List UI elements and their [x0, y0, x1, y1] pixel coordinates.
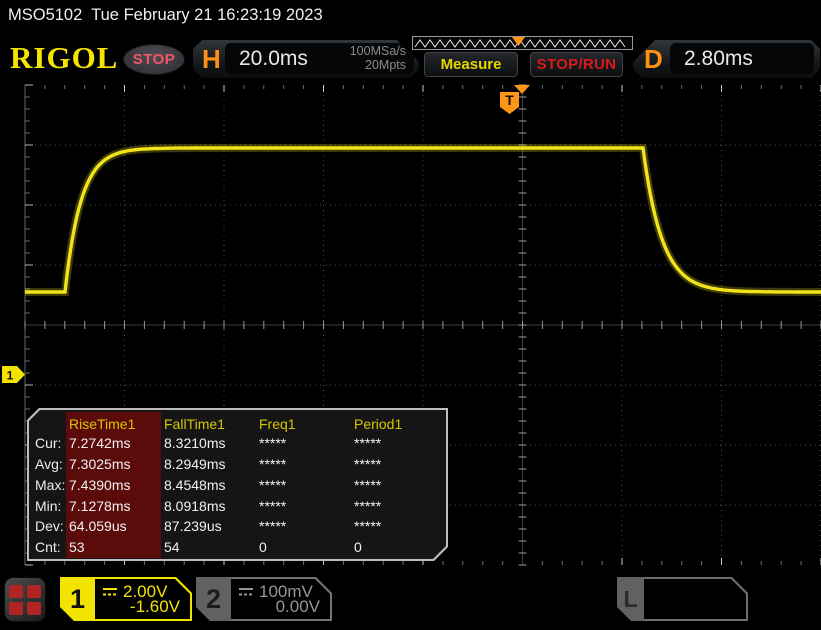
dc-coupling-icon	[238, 586, 255, 598]
ch1-marker-label: 1	[7, 369, 14, 383]
channel2-number-tab: 2	[196, 577, 231, 621]
trigger-flag[interactable]: T	[500, 92, 519, 114]
logic-label-tab: L	[617, 577, 644, 621]
channel1-status-box[interactable]: 1 2.00V -1.60V	[60, 577, 192, 621]
channel1-offset: -1.60V	[129, 597, 180, 616]
trigger-flag-letter: T	[505, 92, 514, 108]
ch1-ground-marker[interactable]: 1	[2, 366, 25, 383]
channel-menu-icon[interactable]	[4, 577, 46, 622]
measurement-table: RiseTime1 FallTime1 Freq1 Period1 Cur: 7.2742…	[29, 410, 446, 558]
measurement-results-panel[interactable]: RiseTime1 FallTime1 Freq1 Period1 Cur: 7.2742…	[27, 408, 448, 561]
oscilloscope-screen: MSO5102 Tue February 21 16:23:19 2023 RI…	[0, 0, 821, 630]
channel2-offset: 0.00V	[275, 597, 320, 616]
logic-channels-box[interactable]: L 0 1 2 3 4 5 6 7 8 9 1011 12131415	[617, 577, 748, 621]
channel1-number-tab: 1	[60, 577, 95, 621]
channel2-status-box[interactable]: 2 100mV 0.00V	[196, 577, 332, 621]
dc-coupling-icon	[102, 586, 119, 598]
